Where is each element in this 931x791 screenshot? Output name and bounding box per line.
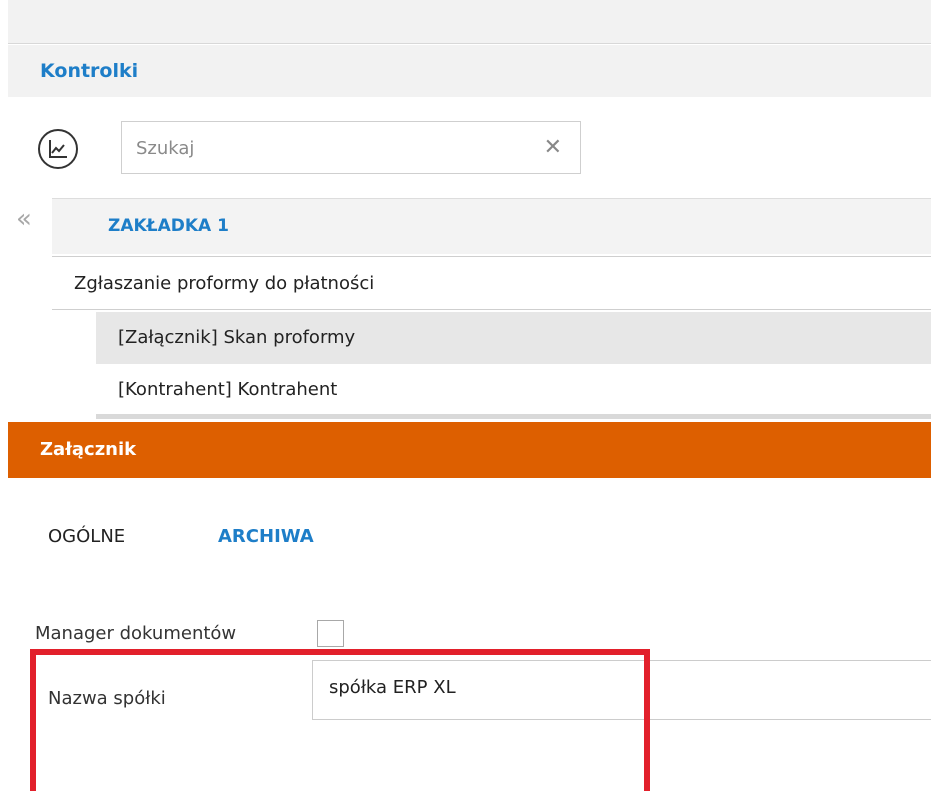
manager-documents-label: Manager dokumentów — [35, 623, 237, 644]
double-chevron-left-icon[interactable]: « — [16, 206, 32, 232]
tree-item-contractor[interactable]: [Kontrahent] Kontrahent — [96, 364, 931, 419]
tree-group-label: Zgłaszanie proformy do płatności — [74, 273, 375, 294]
tree-item-label: [Kontrahent] Kontrahent — [118, 379, 338, 400]
search-input[interactable] — [136, 134, 516, 162]
company-name-label: Nazwa spółki — [48, 688, 166, 709]
tab-label: ZAKŁADKA 1 — [108, 216, 229, 236]
search-box: ✕ — [121, 121, 581, 174]
company-name-value: spółka ERP XL — [329, 677, 456, 698]
kontrolki-title: Kontrolki — [40, 60, 139, 82]
tab-zakladka-1[interactable]: ZAKŁADKA 1 — [52, 198, 931, 254]
tree-group-row[interactable]: Zgłaszanie proformy do płatności — [52, 256, 931, 310]
chart-button[interactable] — [38, 129, 78, 169]
tab-general[interactable]: OGÓLNE — [48, 526, 125, 547]
close-icon[interactable]: ✕ — [544, 134, 562, 162]
tab-archive[interactable]: ARCHIWA — [218, 526, 314, 547]
section-header: Załącznik — [8, 422, 931, 478]
company-name-field[interactable]: spółka ERP XL — [312, 660, 931, 720]
top-strip — [8, 0, 931, 44]
manager-documents-checkbox[interactable] — [317, 620, 344, 647]
section-title: Załącznik — [40, 439, 137, 460]
tree-item-label: [Załącznik] Skan proformy — [118, 327, 356, 348]
line-chart-icon — [49, 140, 67, 158]
tree-item-attachment[interactable]: [Załącznik] Skan proformy — [96, 312, 931, 364]
kontrolki-header: Kontrolki — [8, 45, 931, 97]
